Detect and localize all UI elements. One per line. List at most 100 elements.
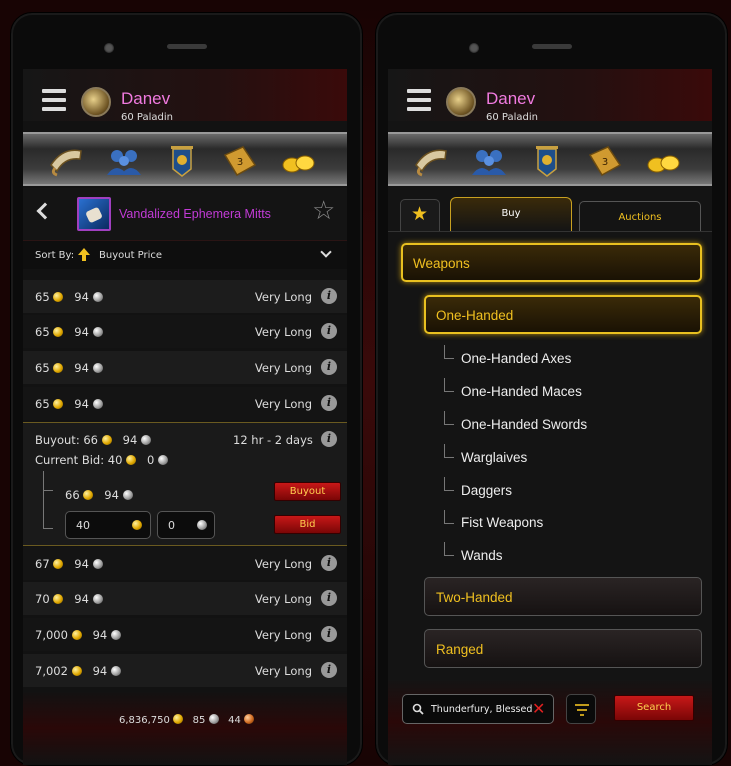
camera	[104, 43, 114, 53]
character-header: Danev 60 Paladin	[23, 69, 347, 123]
svg-text:3: 3	[237, 157, 243, 168]
horn-icon[interactable]	[47, 143, 85, 179]
info-icon[interactable]: i	[321, 662, 337, 678]
subcategory-item[interactable]: One-Handed Swords	[461, 417, 587, 432]
copper-coin-icon	[244, 714, 255, 724]
tree-connector	[444, 345, 454, 359]
subcategory-item[interactable]: Warglaives	[461, 450, 527, 465]
category-weapons[interactable]: Weapons	[401, 243, 702, 282]
silver-coin-icon	[92, 399, 103, 409]
info-icon[interactable]: i	[321, 555, 337, 571]
gold-coin-icon	[132, 520, 142, 530]
auction-row[interactable]: 65 94 Very Long i	[23, 315, 347, 348]
info-icon[interactable]: i	[321, 626, 337, 642]
bid-button[interactable]: Bid	[274, 515, 341, 534]
character-header: Danev 60 Paladin	[388, 69, 712, 123]
subcategory-item[interactable]: One-Handed Axes	[461, 351, 571, 366]
menu-icon[interactable]	[42, 89, 66, 111]
category-one-handed[interactable]: One-Handed	[424, 295, 702, 334]
svg-text:3: 3	[602, 157, 608, 168]
auction-row[interactable]: 65 94 Very Long i	[23, 280, 347, 313]
bid-silver-input[interactable]: 0	[157, 511, 215, 539]
auction-book-icon[interactable]: 3	[221, 143, 259, 179]
search-button[interactable]: Search	[614, 695, 694, 721]
banner-icon[interactable]	[163, 143, 201, 179]
tab-auctions[interactable]: Auctions	[579, 201, 701, 231]
info-icon[interactable]: i	[321, 590, 337, 606]
nav-bar: 3	[388, 132, 712, 186]
gold-coin-icon	[53, 292, 64, 302]
search-input[interactable]: Thunderfury, Blessed ✕	[402, 694, 554, 724]
current-bid-label: Current Bid:	[35, 453, 105, 467]
subcategory-item[interactable]: Daggers	[461, 483, 512, 498]
tree-connector	[43, 491, 53, 529]
info-icon[interactable]: i	[321, 323, 337, 339]
character-name: Danev	[121, 89, 171, 108]
auction-row[interactable]: 70 94 Very Long i	[23, 582, 347, 615]
gold-coin-icon	[101, 435, 112, 445]
gold-coin-icon	[83, 490, 94, 500]
auction-row[interactable]: 7,000 94 Very Long i	[23, 618, 347, 651]
bid-gold-input[interactable]: 40	[65, 511, 151, 539]
silver-coin-icon	[197, 520, 207, 530]
clear-icon[interactable]: ✕	[532, 699, 545, 719]
back-chevron-icon[interactable]	[36, 202, 54, 220]
speaker	[532, 44, 572, 49]
auction-book-icon[interactable]: 3	[586, 143, 624, 179]
item-icon	[77, 197, 111, 231]
auction-row[interactable]: 65 94 Very Long i	[23, 387, 347, 420]
category-two-handed[interactable]: Two-Handed	[424, 577, 702, 616]
guild-icon[interactable]	[105, 143, 143, 179]
guild-icon[interactable]	[470, 143, 508, 179]
wallet-footer: 6,836,750 85 44	[23, 691, 347, 765]
silver-coin-icon	[92, 594, 103, 604]
tab-buy[interactable]: Buy	[450, 197, 572, 231]
silver-coin-icon	[92, 327, 103, 337]
tree-connector	[444, 444, 454, 458]
gold-coins-icon[interactable]	[279, 143, 317, 179]
menu-icon[interactable]	[407, 89, 431, 111]
silver-coin-icon	[122, 490, 133, 500]
horn-icon[interactable]	[412, 143, 450, 179]
item-name: Vandalized Ephemera Mitts	[119, 207, 271, 221]
banner-icon[interactable]	[528, 143, 566, 179]
chevron-down-icon[interactable]	[320, 246, 332, 258]
buyout-label: Buyout:	[35, 433, 80, 447]
buyout-button[interactable]: Buyout	[274, 482, 341, 501]
time-left: 12 hr - 2 days	[233, 433, 313, 447]
gold-coin-icon	[71, 666, 82, 676]
auction-row[interactable]: 65 94 Very Long i	[23, 351, 347, 384]
silver-coin-icon	[92, 559, 103, 569]
search-icon	[412, 703, 424, 715]
info-icon[interactable]: i	[321, 395, 337, 411]
character-name: Danev	[486, 89, 536, 108]
tree-connector	[444, 411, 454, 425]
info-icon[interactable]: i	[321, 359, 337, 375]
right-phone: Danev 60 Paladin 3 ★ Buy Auctions Weapon…	[375, 12, 728, 766]
search-footer: Thunderfury, Blessed ✕ Search	[388, 679, 712, 765]
silver-coin-icon	[92, 292, 103, 302]
character-avatar[interactable]	[81, 87, 111, 117]
info-icon[interactable]: i	[321, 288, 337, 304]
star-icon: ★	[411, 203, 429, 225]
auction-row[interactable]: 7,002 94 Very Long i	[23, 654, 347, 687]
filter-button[interactable]	[566, 694, 596, 724]
sort-bar[interactable]: Sort By: Buyout Price	[23, 240, 347, 269]
subcategory-item[interactable]: Fist Weapons	[461, 515, 543, 530]
subcategory-item[interactable]: One-Handed Maces	[461, 384, 582, 399]
category-ranged[interactable]: Ranged	[424, 629, 702, 668]
wallet-silver: 85	[192, 715, 206, 726]
tab-favorites[interactable]: ★	[400, 199, 440, 231]
gold-coins-icon[interactable]	[644, 143, 682, 179]
character-avatar[interactable]	[446, 87, 476, 117]
filter-icon	[575, 704, 589, 716]
gold-coin-icon	[53, 327, 64, 337]
favorite-star-icon[interactable]: ☆	[312, 198, 335, 224]
subcategory-item[interactable]: Wands	[461, 548, 503, 563]
info-icon[interactable]: i	[321, 431, 337, 447]
left-screen: Danev 60 Paladin 3 Vandalized Ephemera M…	[23, 69, 347, 765]
tree-connector	[444, 378, 454, 392]
wallet-gold: 6,836,750	[119, 715, 170, 726]
tree-connector	[43, 471, 53, 491]
auction-row[interactable]: 67 94 Very Long i	[23, 547, 347, 580]
